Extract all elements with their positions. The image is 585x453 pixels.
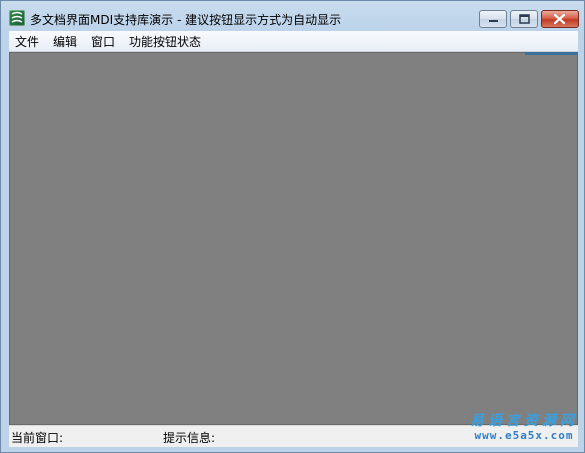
menu-edit[interactable]: 编辑 (53, 33, 77, 50)
minimize-icon (489, 20, 498, 22)
close-button[interactable] (541, 10, 579, 28)
status-bar: 当前窗口: 提示信息: (9, 425, 578, 447)
status-hint: 提示信息: (163, 431, 216, 445)
window-title: 多文档界面MDI支持库演示 - 建议按钮显示方式为自动显示 (30, 13, 342, 27)
status-current-window: 当前窗口: (11, 431, 64, 445)
menu-function-button-state[interactable]: 功能按钮状态 (129, 33, 201, 50)
maximize-button[interactable] (510, 10, 538, 28)
main-window: 多文档界面MDI支持库演示 - 建议按钮显示方式为自动显示 文件 编辑 窗口 功… (0, 0, 585, 453)
mdi-client-area[interactable] (9, 52, 578, 425)
close-icon (553, 13, 566, 25)
mdi-tab-indicator (525, 52, 577, 55)
menu-file[interactable]: 文件 (15, 33, 39, 50)
app-icon[interactable] (9, 10, 25, 26)
title-bar[interactable]: 多文档界面MDI支持库演示 - 建议按钮显示方式为自动显示 (1, 1, 584, 31)
minimize-button[interactable] (479, 10, 507, 28)
menu-window[interactable]: 窗口 (91, 33, 115, 50)
maximize-icon (519, 14, 530, 24)
menu-bar: 文件 编辑 窗口 功能按钮状态 (9, 31, 578, 52)
